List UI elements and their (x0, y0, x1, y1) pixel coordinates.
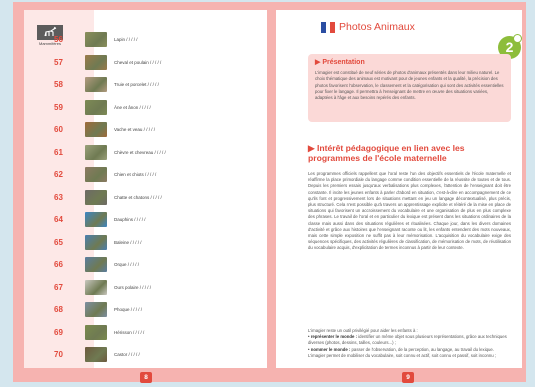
list-item: 69 Hérisson / / / / / (54, 324, 264, 343)
animal-photo (85, 347, 107, 362)
list-item: 62 Chien et chiots / / / / / (54, 167, 264, 185)
photo-caption: Orque / / / / / (114, 262, 140, 267)
animal-photo (85, 324, 107, 340)
right-page-number: 9 (402, 372, 414, 383)
left-page-number: 8 (140, 372, 152, 383)
item-number: 58 (54, 80, 63, 89)
bullet-label: • nommer le monde : (308, 346, 351, 352)
animal-photo (85, 54, 107, 70)
item-number: 61 (54, 147, 63, 157)
bullet-label: • représenter le monde : (308, 334, 358, 340)
animal-photo (85, 32, 107, 47)
animal-photo (85, 257, 107, 272)
item-number: 60 (54, 125, 63, 134)
section-text: Les programmes officiels rappellent que … (308, 171, 511, 251)
left-page: Mammifères 56 Lapin / / / / /57 Cheval et … (24, 10, 267, 368)
item-number: 57 (54, 57, 63, 67)
note-block: L'imagier reste un outil privilégié pour… (308, 328, 511, 359)
item-number: 68 (54, 305, 63, 314)
photo-caption: Vache et veau / / / / / (114, 127, 155, 132)
page-title: Photos Animaux (339, 21, 415, 33)
animal-photo (85, 212, 107, 227)
animal-photo (85, 122, 107, 137)
item-number: 63 (54, 192, 63, 202)
item-number: 62 (54, 170, 63, 179)
bullet-item: • représenter le monde : identifier un m… (308, 334, 511, 346)
photo-caption: Lapin / / / / / (114, 37, 138, 42)
french-flag-icon (321, 22, 336, 33)
list-item: 66 Orque / / / / / (54, 257, 264, 275)
photo-caption: Hérisson / / / / / (114, 329, 145, 335)
photo-caption: Castor / / / / / (114, 352, 140, 357)
animal-photo (85, 99, 107, 115)
bullet-item: • nommer le monde : passer de l'observat… (308, 347, 511, 359)
list-item: 59 Âne et ânon / / / / / (54, 99, 264, 118)
right-page: Photos Animaux 2 ▶ Présentation L'imagie… (276, 10, 522, 368)
list-item: 57 Cheval et poulain / / / / / (54, 54, 264, 73)
animal-photo (85, 189, 107, 205)
animal-photo (85, 302, 107, 317)
photo-caption: Chatte et chatons / / / / / (114, 194, 162, 200)
animal-photo (85, 234, 107, 250)
photo-caption: Chèvre et chevreau / / / / / (114, 149, 166, 155)
presentation-box: ▶ Présentation L'imagier est constitué d… (308, 54, 511, 122)
photo-caption: Baleine / / / / / (114, 239, 142, 245)
list-item: 70 Castor / / / / / (54, 347, 264, 365)
list-item: 64 Dauphins / / / / / (54, 212, 264, 230)
badge-dot (513, 34, 522, 43)
animal-photo (85, 167, 107, 182)
item-number: 70 (54, 350, 63, 359)
presentation-heading: ▶ Présentation (315, 59, 365, 66)
animal-photo (85, 77, 107, 92)
title-bar: Photos Animaux (276, 20, 522, 36)
item-number: 69 (54, 327, 63, 337)
list-item: 60 Vache et veau / / / / / (54, 122, 264, 140)
list-item: 63 Chatte et chatons / / / / / (54, 189, 264, 208)
animal-photo (85, 144, 107, 160)
list-item: 58 Truie et porcelet / / / / / (54, 77, 264, 95)
list-item: 65 Baleine / / / / / (54, 234, 264, 253)
list-item: 61 Chèvre et chevreau / / / / / (54, 144, 264, 163)
photo-caption: Dauphins / / / / / (114, 217, 146, 222)
item-number: 64 (54, 215, 63, 224)
item-number: 66 (54, 260, 63, 269)
section-heading: ▶ Intérêt pédagogique en lien avec les p… (308, 143, 465, 163)
presentation-text: L'imagier est constitué de neuf séries d… (315, 70, 504, 101)
item-number: 59 (54, 102, 63, 112)
photo-caption: Ours polaire / / / / / (114, 284, 152, 290)
item-number: 65 (54, 237, 63, 247)
list-item: 68 Phoque / / / / / (54, 302, 264, 320)
list-item: 67 Ours polaire / / / / / (54, 279, 264, 298)
item-number: 67 (54, 282, 63, 292)
photo-caption: Phoque / / / / / (114, 307, 143, 312)
animal-photo (85, 279, 107, 295)
list-item: 56 Lapin / / / / / (54, 32, 264, 50)
photo-caption: Âne et ânon / / / / / (114, 104, 151, 110)
book-spread: Mammifères 56 Lapin / / / / /57 Cheval et … (13, 2, 526, 383)
photo-caption: Truie et porcelet / / / / / (114, 82, 159, 87)
photo-caption: Chien et chiots / / / / / (114, 172, 157, 177)
photo-caption: Cheval et poulain / / / / / (114, 59, 162, 65)
item-number: 56 (54, 35, 63, 44)
